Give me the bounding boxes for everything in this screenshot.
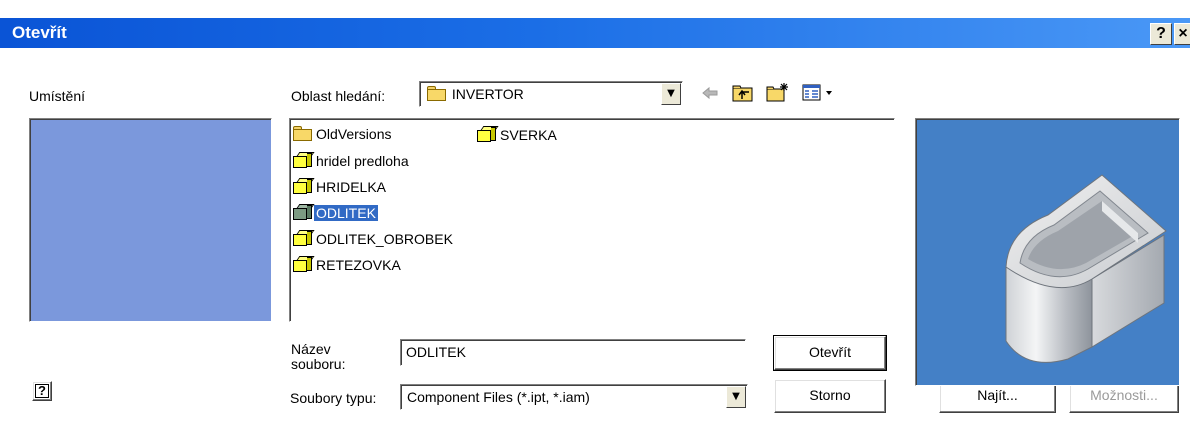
file-list-item[interactable]: hridel predloha: [292, 151, 411, 171]
places-bar[interactable]: [29, 118, 272, 322]
part-preview-image: [1005, 174, 1167, 363]
places-label: Umístění: [29, 88, 86, 104]
folder-icon: [426, 86, 448, 102]
back-arrow-icon[interactable]: [701, 85, 719, 101]
open-dialog: Otevřít ? × Umístění Oblast hledání: INV…: [0, 0, 1190, 437]
open-button[interactable]: Otevřít: [773, 335, 887, 371]
file-name: OldVersions: [316, 126, 392, 142]
filetype-label: Soubory typu:: [290, 390, 377, 406]
title-bar[interactable]: Otevřít ? ×: [0, 18, 1190, 48]
part-file-icon: [292, 229, 315, 247]
file-name: ODLITEK_OBROBEK: [316, 231, 453, 247]
chevron-down-icon[interactable]: ▼: [726, 386, 746, 408]
file-list-item[interactable]: ODLITEK: [292, 203, 378, 223]
window-title: Otevřít: [12, 23, 67, 42]
part-file-icon: [292, 151, 315, 169]
file-name: ODLITEK: [314, 205, 378, 221]
file-name: SVERKA: [500, 127, 557, 143]
filename-input[interactable]: ODLITEK: [400, 339, 746, 366]
file-list-item[interactable]: HRIDELKA: [292, 177, 388, 197]
look-in-text: INVERTOR: [451, 86, 524, 102]
part-file-icon: [292, 203, 315, 221]
file-list-item[interactable]: ODLITEK_OBROBEK: [292, 229, 455, 249]
cancel-button[interactable]: Storno: [774, 379, 886, 413]
file-name: HRIDELKA: [316, 179, 387, 195]
part-file-icon: [292, 177, 315, 195]
look-in-value: INVERTOR: [426, 86, 524, 102]
help-button[interactable]: ?: [1150, 23, 1172, 45]
file-list[interactable]: OldVersions hridel predloha HRIDELKA ODLITE…: [289, 118, 895, 322]
look-in-label: Oblast hledání:: [291, 88, 386, 104]
filename-label: Název souboru:: [291, 342, 353, 372]
filename-label-text: Název souboru:: [291, 341, 346, 372]
file-list-item[interactable]: OldVersions: [292, 125, 393, 145]
file-name: hridel predloha: [316, 153, 409, 169]
help-icon: ?: [35, 384, 49, 398]
help-icon-button[interactable]: ?: [32, 381, 52, 401]
close-button[interactable]: ×: [1174, 23, 1190, 45]
chevron-down-icon[interactable]: ▼: [661, 83, 681, 105]
filetype-value: Component Files (*.ipt, *.iam): [407, 389, 590, 405]
part-file-icon: [292, 255, 315, 273]
filetype-combo[interactable]: Component Files (*.ipt, *.iam) ▼: [400, 384, 748, 410]
folder-icon: [292, 126, 314, 142]
new-folder-icon[interactable]: [766, 81, 790, 103]
up-folder-icon[interactable]: [732, 83, 754, 103]
dialog-client: Umístění Oblast hledání: INVERTOR ▼ OldV…: [0, 48, 1190, 437]
view-menu-icon[interactable]: [802, 83, 838, 103]
look-in-combo[interactable]: INVERTOR ▼: [419, 81, 683, 107]
file-list-item[interactable]: RETEZOVKA: [292, 255, 403, 275]
filename-value[interactable]: ODLITEK: [406, 344, 466, 360]
file-name: RETEZOVKA: [316, 257, 401, 273]
preview-pane: [915, 118, 1180, 386]
part-file-icon: [476, 125, 499, 143]
file-list-item[interactable]: SVERKA: [476, 125, 559, 145]
